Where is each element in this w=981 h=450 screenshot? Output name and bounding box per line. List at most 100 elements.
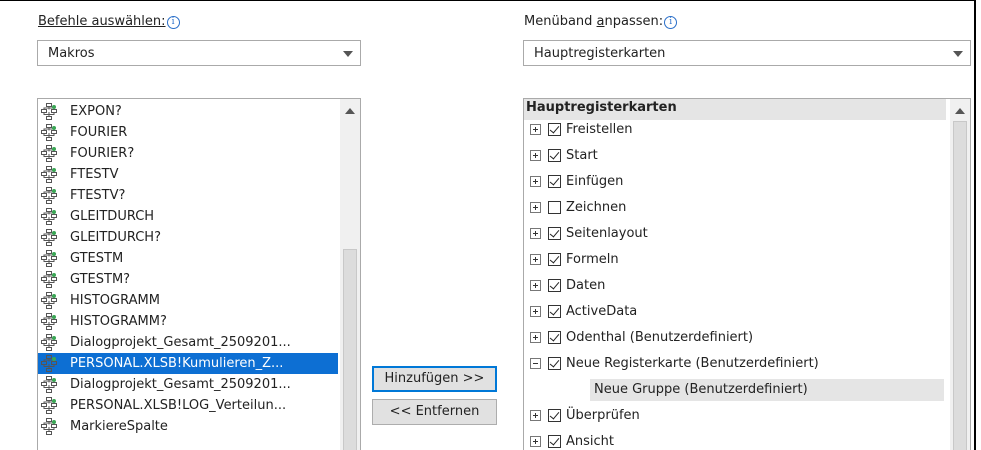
tree-tab-label: Ansicht [566,434,615,449]
commands-listbox[interactable]: EXPON? FOURIER FOURIER? FTESTV FTESTV? G… [37,98,361,450]
info-icon[interactable]: i [664,16,678,29]
expand-icon[interactable] [530,150,541,161]
tree-tab-label: Daten [566,278,606,293]
tab-checkbox[interactable] [548,175,561,188]
tree-tab-item[interactable]: Freistellen [524,119,944,141]
macro-list-item[interactable]: HISTOGRAMM [38,290,338,311]
tree-tab-item[interactable]: Ansicht [524,431,944,450]
scrollbar-thumb[interactable] [953,121,967,450]
tab-checkbox[interactable] [548,149,561,162]
macro-item-label: GTESTM? [70,272,131,287]
tree-tab-item[interactable]: Seitenlayout [524,223,944,245]
customize-ribbon-text-2: a [596,14,605,29]
macro-list-item[interactable]: PERSONAL.XLSB!Kumulieren_Z... [38,353,338,374]
ribbon-tree[interactable]: Hauptregisterkarten Freistellen Start Einf… [523,98,971,450]
customize-ribbon-text-1: Menüband [524,14,597,29]
macro-item-label: PERSONAL.XLSB!LOG_Verteilun... [70,398,287,413]
tree-tab-item[interactable]: Daten [524,275,944,297]
scroll-up-icon[interactable] [955,108,965,114]
macro-list-item[interactable]: FTESTV [38,164,338,185]
macro-icon [41,334,57,351]
macro-icon [41,187,57,204]
macro-list-item[interactable]: FOURIER? [38,143,338,164]
macro-item-label: Dialogprojekt_Gesamt_2509201... [70,377,291,392]
customize-ribbon-combo[interactable]: Hauptregisterkarten [523,40,971,66]
scroll-up-icon[interactable] [345,108,355,114]
macro-item-label: GTESTM [70,251,124,266]
macro-list-item[interactable]: GLEITDURCH [38,206,338,227]
macro-icon [41,208,57,225]
expand-icon[interactable] [530,436,541,447]
tab-checkbox[interactable] [548,409,561,422]
macro-list-item[interactable]: GTESTM? [38,269,338,290]
tab-checkbox[interactable] [548,201,561,214]
chevron-down-icon[interactable] [953,51,963,57]
macro-list-item[interactable]: Dialogprojekt_Gesamt_2509201... [38,374,338,395]
macro-list-item[interactable]: GTESTM [38,248,338,269]
tree-group-item[interactable]: Neue Gruppe (Benutzerdefiniert) [590,379,944,401]
customize-ribbon-value: Hauptregisterkarten [534,46,666,61]
collapse-icon[interactable] [530,358,541,369]
expand-icon[interactable] [530,254,541,265]
tab-checkbox[interactable] [548,305,561,318]
macro-icon [41,145,57,162]
customize-ribbon-label: Menüband anpassen: i [524,14,678,29]
macro-list-item[interactable]: Dialogprojekt_Gesamt_2509201... [38,332,338,353]
tree-tab-label: Neue Registerkarte (Benutzerdefiniert) [566,356,819,371]
remove-button[interactable]: << Entfernen [372,399,497,425]
macro-icon [41,250,57,267]
commands-scrollbar[interactable] [340,99,360,450]
macro-icon [41,166,57,183]
macro-list-item[interactable]: MarkiereSpalte [38,416,338,437]
tab-checkbox[interactable] [548,253,561,266]
tree-tab-label: Odenthal (Benutzerdefiniert) [566,330,754,345]
tab-checkbox[interactable] [548,123,561,136]
tab-checkbox[interactable] [548,435,561,448]
macro-icon [41,103,57,120]
tree-tab-item[interactable]: ActiveData [524,301,944,323]
expand-icon[interactable] [530,410,541,421]
info-icon[interactable]: i [166,16,180,29]
tree-tab-label: Freistellen [566,122,633,137]
tree-tab-item[interactable]: Einfügen [524,171,944,193]
tree-tab-item[interactable]: Start [524,145,944,167]
choose-commands-text: Befehle auswählen: [38,14,166,29]
macro-icon [41,271,57,288]
macro-list-item[interactable]: FTESTV? [38,185,338,206]
tab-checkbox[interactable] [548,331,561,344]
expand-icon[interactable] [530,176,541,187]
macro-list-item[interactable]: GLEITDURCH? [38,227,338,248]
expand-icon[interactable] [530,306,541,317]
tree-tab-item[interactable]: Neue Registerkarte (Benutzerdefiniert) [524,353,944,375]
add-button[interactable]: Hinzufügen >> [372,366,497,392]
macro-list-item[interactable]: PERSONAL.XLSB!LOG_Verteilun... [38,395,338,416]
macro-list-item[interactable]: HISTOGRAMM? [38,311,338,332]
tree-tab-item[interactable]: Zeichnen [524,197,944,219]
choose-commands-value: Makros [48,46,95,61]
macro-list-item[interactable]: EXPON? [38,101,338,122]
macro-list-item[interactable]: FOURIER [38,122,338,143]
choose-commands-label: Befehle auswählen: i [38,14,180,29]
choose-commands-combo[interactable]: Makros [37,40,361,66]
chevron-down-icon[interactable] [343,51,353,57]
tab-checkbox[interactable] [548,227,561,240]
macro-item-label: FOURIER? [70,146,135,161]
expand-icon[interactable] [530,202,541,213]
tree-header: Hauptregisterkarten [526,100,677,115]
tree-tab-item[interactable]: Überprüfen [524,405,944,427]
tree-tab-item[interactable]: Odenthal (Benutzerdefiniert) [524,327,944,349]
tree-tab-label: Formeln [566,252,619,267]
scrollbar-thumb[interactable] [343,249,357,450]
tab-checkbox[interactable] [548,357,561,370]
expand-icon[interactable] [530,124,541,135]
macro-item-label: GLEITDURCH [70,209,155,224]
tree-group-label: Neue Gruppe (Benutzerdefiniert) [594,382,808,397]
macro-item-label: PERSONAL.XLSB!Kumulieren_Z... [70,356,284,371]
tree-tab-item[interactable]: Formeln [524,249,944,271]
expand-icon[interactable] [530,280,541,291]
tab-checkbox[interactable] [548,279,561,292]
tree-scrollbar[interactable] [950,99,970,450]
expand-icon[interactable] [530,228,541,239]
tree-tab-label: Überprüfen [566,408,640,423]
expand-icon[interactable] [530,332,541,343]
